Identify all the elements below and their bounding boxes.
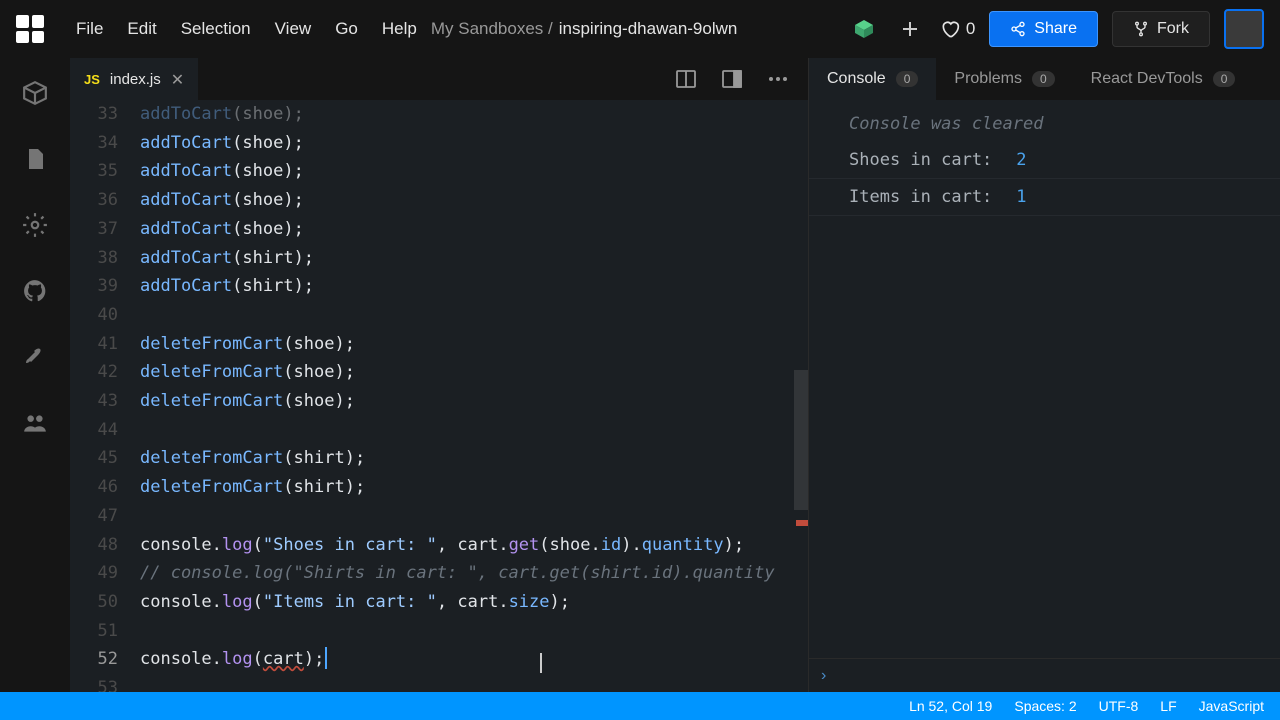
share-label: Share: [1034, 20, 1077, 38]
share-button[interactable]: Share: [989, 11, 1098, 47]
breadcrumb[interactable]: My Sandboxes / inspiring-dhawan-9olwn: [431, 19, 738, 39]
console-tabs: Console 0 Problems 0 React DevTools 0: [809, 58, 1280, 100]
titlebar: File Edit Selection View Go Help My Sand…: [0, 0, 1280, 58]
console-panel: Console 0 Problems 0 React DevTools 0 Co…: [808, 58, 1280, 692]
menu-selection[interactable]: Selection: [181, 19, 251, 39]
problems-badge: 0: [1032, 71, 1055, 87]
tab-console[interactable]: Console 0: [809, 58, 936, 100]
text-cursor: [325, 647, 327, 669]
box-icon[interactable]: [20, 78, 50, 108]
file-icon[interactable]: [20, 144, 50, 174]
scrollbar-thumb[interactable]: [794, 370, 808, 510]
app-logo[interactable]: [16, 15, 44, 43]
github-icon[interactable]: [20, 276, 50, 306]
console-output[interactable]: Console was cleared Shoes in cart: 2 Ite…: [809, 100, 1280, 658]
avatar[interactable]: [1224, 9, 1264, 49]
close-icon[interactable]: ✕: [171, 70, 184, 90]
gear-icon[interactable]: [20, 210, 50, 240]
status-encoding[interactable]: UTF-8: [1099, 698, 1139, 714]
status-bar: Ln 52, Col 19 Spaces: 2 UTF-8 LF JavaScr…: [0, 692, 1280, 720]
people-icon[interactable]: [20, 408, 50, 438]
console-line: Shoes in cart: 2: [809, 142, 1280, 179]
chevron-right-icon: ›: [821, 667, 826, 685]
status-cursor-pos[interactable]: Ln 52, Col 19: [909, 698, 992, 714]
tab-index-js[interactable]: JS index.js ✕: [70, 58, 198, 100]
code-editor[interactable]: 333435 363738 394041 424344 454647 48495…: [70, 100, 808, 692]
menu-view[interactable]: View: [275, 19, 312, 39]
activity-bar: [0, 58, 70, 692]
console-input[interactable]: ›: [809, 658, 1280, 692]
tab-react-label: React DevTools: [1091, 70, 1203, 88]
status-spaces[interactable]: Spaces: 2: [1014, 698, 1076, 714]
breadcrumb-name: inspiring-dhawan-9olwn: [559, 19, 738, 39]
tab-filename: index.js: [110, 71, 161, 88]
code-content[interactable]: addToCart(shoe); addToCart(shoe); addToC…: [140, 100, 808, 692]
minimap-error-marker: [796, 520, 808, 526]
plus-icon[interactable]: [894, 13, 926, 45]
tab-bar: JS index.js ✕: [70, 58, 808, 100]
tab-console-label: Console: [827, 70, 886, 88]
console-cleared-msg: Console was cleared: [809, 106, 1280, 142]
rocket-icon[interactable]: [20, 342, 50, 372]
breadcrumb-prefix: My Sandboxes /: [431, 19, 553, 39]
status-language[interactable]: JavaScript: [1199, 698, 1264, 714]
line-gutter: 333435 363738 394041 424344 454647 48495…: [70, 100, 140, 692]
menu-bar: File Edit Selection View Go Help: [76, 19, 417, 39]
more-icon[interactable]: [762, 63, 794, 95]
fork-button[interactable]: Fork: [1112, 11, 1210, 47]
tab-react-devtools[interactable]: React DevTools 0: [1073, 58, 1254, 100]
menu-help[interactable]: Help: [382, 19, 417, 39]
editor-panel: JS index.js ✕ 333435 363738 394041: [70, 58, 808, 692]
console-line: Items in cart: 1: [809, 179, 1280, 216]
secondary-cursor: [540, 653, 542, 673]
status-eol[interactable]: LF: [1160, 698, 1176, 714]
like-count: 0: [966, 19, 975, 39]
preview-icon[interactable]: [716, 63, 748, 95]
cube-icon[interactable]: [848, 13, 880, 45]
menu-edit[interactable]: Edit: [127, 19, 156, 39]
like-counter[interactable]: 0: [940, 19, 975, 39]
js-file-icon: JS: [84, 72, 100, 87]
tab-problems[interactable]: Problems 0: [936, 58, 1072, 100]
console-badge: 0: [896, 71, 919, 87]
tab-problems-label: Problems: [954, 70, 1022, 88]
menu-file[interactable]: File: [76, 19, 103, 39]
fork-label: Fork: [1157, 20, 1189, 38]
react-badge: 0: [1213, 71, 1236, 87]
menu-go[interactable]: Go: [335, 19, 358, 39]
split-horizontal-icon[interactable]: [670, 63, 702, 95]
